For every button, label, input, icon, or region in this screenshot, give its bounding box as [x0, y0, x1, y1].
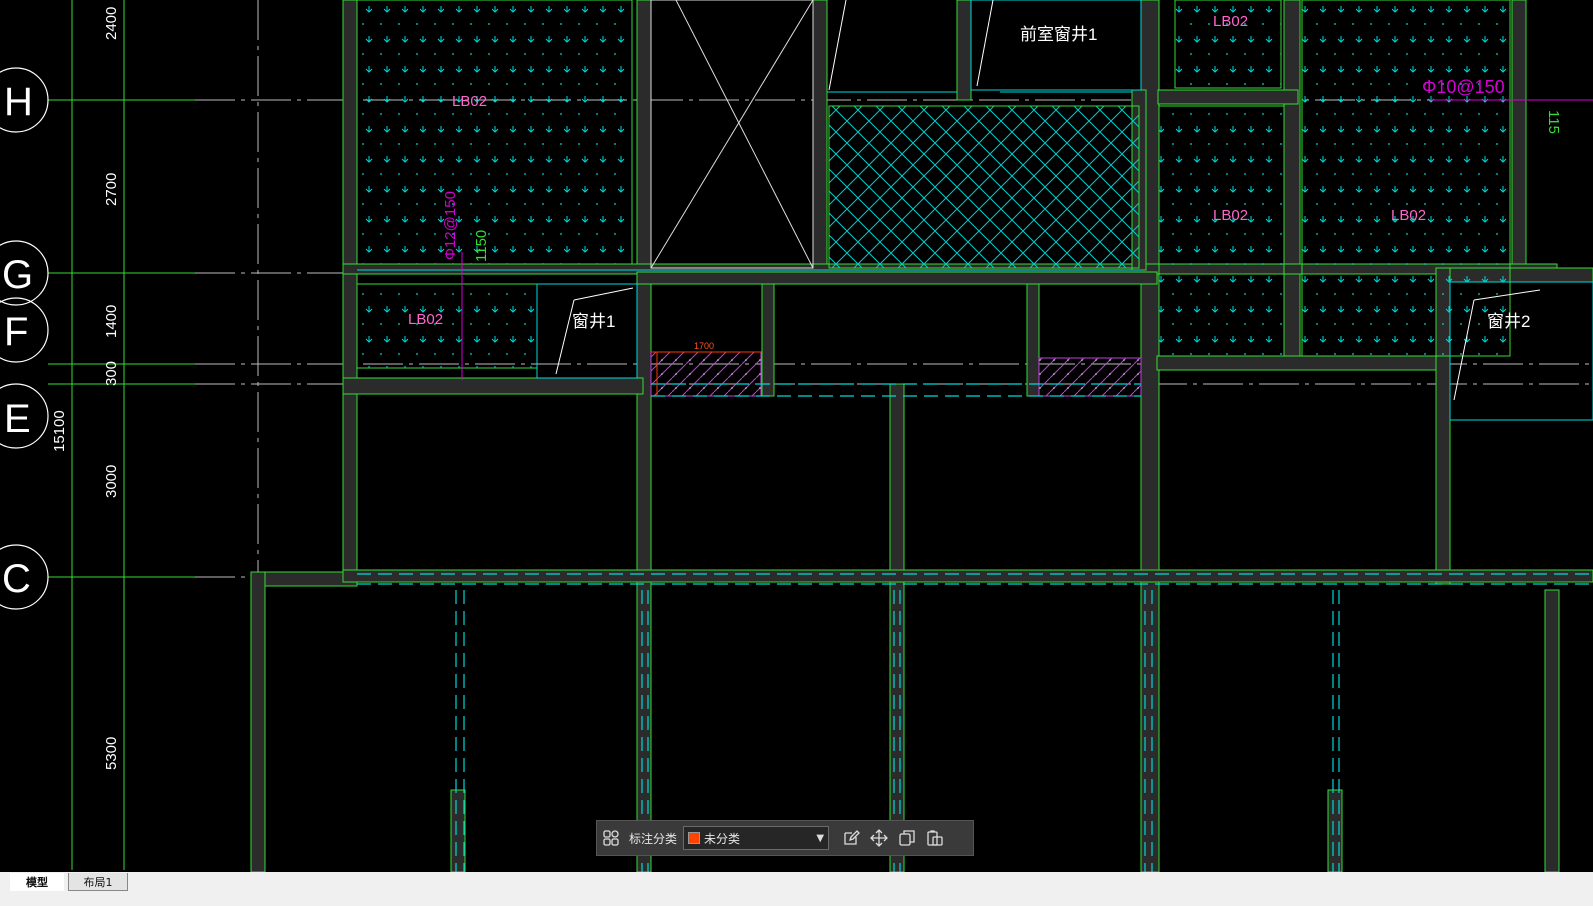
copy-icon[interactable]: [893, 824, 921, 852]
room-label-window-well-2: 窗井2: [1487, 312, 1530, 331]
annotation-toolbar: 标注分类 未分类 ▼: [596, 820, 974, 856]
axis-label-h: H: [4, 80, 33, 124]
edit-icon[interactable]: [837, 824, 865, 852]
dim-3000: 3000: [103, 465, 120, 498]
room-label-window-well-1: 窗井1: [572, 312, 615, 331]
dim-1400: 1400: [103, 305, 120, 338]
slab-label: LB02: [1213, 207, 1248, 224]
dimension-lines: [48, 0, 195, 870]
slab-label: LB02: [1391, 207, 1426, 224]
length-label-right: 115: [1545, 110, 1562, 134]
elevator-shaft: [650, 0, 814, 269]
length-label-left: 1150: [473, 230, 490, 262]
tab-layout-1[interactable]: 布局1: [68, 873, 128, 891]
cad-canvas[interactable]: H G F E C 2400 2700 1400 300 3000 5300 1…: [0, 0, 1593, 883]
dim-2700: 2700: [103, 173, 120, 206]
chevron-down-icon: ▼: [816, 832, 825, 844]
beam-dim-label: 1700: [694, 341, 714, 351]
category-label: 标注分类: [629, 831, 678, 846]
category-color-swatch: [688, 832, 701, 844]
tab-model[interactable]: 模型: [10, 873, 64, 891]
slab-label: LB02: [1213, 13, 1248, 30]
slab-panels: [356, 0, 1511, 397]
axis-label-f: F: [4, 310, 28, 354]
axis-label-c: C: [2, 557, 31, 601]
slab-label: LB02: [452, 93, 487, 110]
dashed-beams: [357, 383, 1593, 872]
room-label-vestibule-well: 前室窗井1: [1020, 25, 1097, 44]
grid-icon[interactable]: [597, 824, 625, 852]
slab-label: LB02: [408, 311, 443, 328]
paste-icon[interactable]: [921, 824, 949, 852]
move-icon[interactable]: [865, 824, 893, 852]
dim-300: 300: [103, 361, 120, 386]
dim-2400: 2400: [103, 7, 120, 40]
axis-label-e: E: [4, 397, 31, 441]
rebar-label-left: Φ12@150: [442, 191, 459, 260]
layout-tabs: 模型 布局1: [0, 872, 1593, 906]
dim-15100: 15100: [51, 410, 68, 452]
category-value: 未分类: [704, 831, 741, 846]
category-dropdown[interactable]: 未分类 ▼: [683, 826, 830, 850]
dim-5300: 5300: [103, 737, 120, 770]
rebar-label-top-right: Φ10@150: [1422, 77, 1505, 97]
axis-label-g: G: [2, 253, 33, 297]
